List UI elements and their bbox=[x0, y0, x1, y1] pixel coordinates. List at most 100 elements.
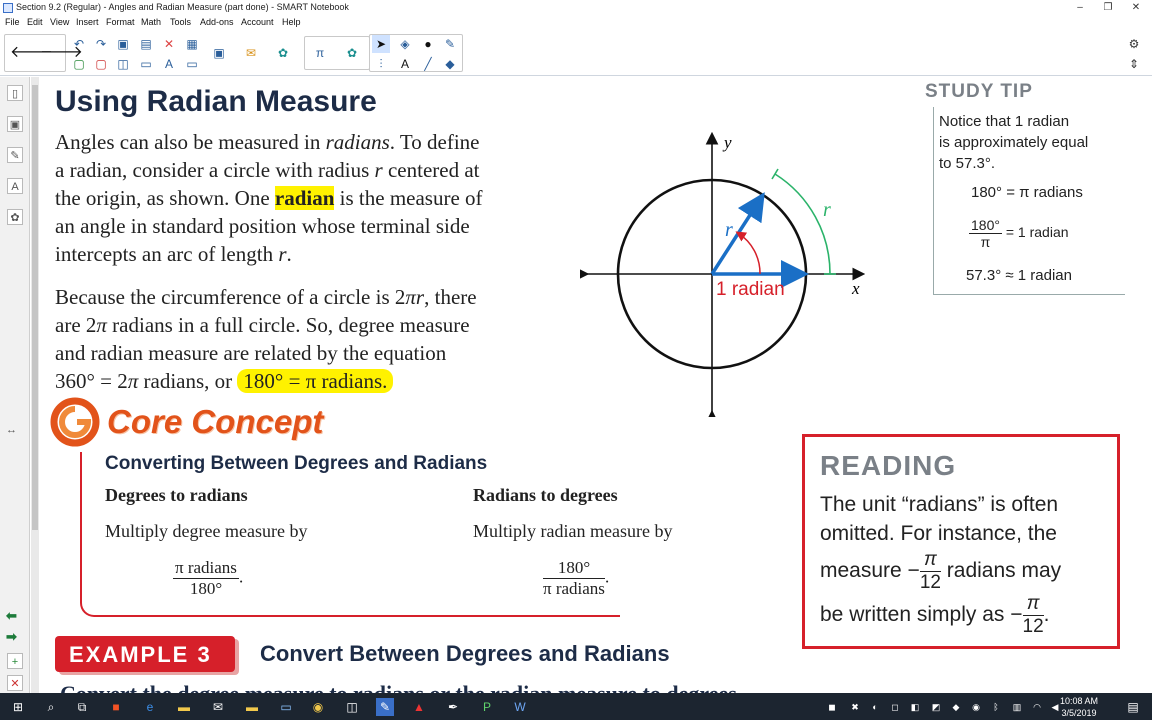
app-icon bbox=[3, 3, 13, 13]
menu-math[interactable]: Math bbox=[141, 17, 161, 27]
equation-highlight: 180° = π radians. bbox=[237, 369, 394, 393]
menu-addons[interactable]: Add-ons bbox=[200, 17, 234, 27]
shape-icon[interactable]: ▭ bbox=[183, 55, 201, 73]
undo-icon[interactable]: ↶ bbox=[70, 35, 88, 53]
concept-subtitle: Converting Between Degrees and Radians bbox=[105, 453, 488, 474]
page-canvas[interactable]: Using Radian Measure Angles can also be … bbox=[40, 77, 1152, 693]
network-icon[interactable]: ▥ bbox=[1008, 698, 1026, 716]
menu-edit[interactable]: Edit bbox=[27, 17, 43, 27]
fill-tool-icon[interactable]: ● bbox=[419, 35, 437, 53]
store-app-icon[interactable]: ■ bbox=[107, 698, 125, 716]
task-view-icon[interactable]: ⧉ bbox=[73, 698, 91, 716]
maximize-button[interactable]: ❐ bbox=[1094, 0, 1122, 16]
terminal-side-ray bbox=[710, 192, 765, 275]
tray-icon-5[interactable]: ◧ bbox=[906, 698, 924, 716]
tray-icon-7[interactable]: ◆ bbox=[947, 698, 965, 716]
tray-icon-3[interactable]: ◐ bbox=[866, 698, 884, 716]
example-instructions-cutoff: Convert the degree measure to radians or… bbox=[60, 681, 742, 693]
windows-start-icon[interactable]: ⊞ bbox=[9, 698, 27, 716]
pdf-icon[interactable]: ▢ bbox=[92, 55, 110, 73]
redo-icon[interactable]: ↷ bbox=[92, 35, 110, 53]
select-tool-icon[interactable]: ➤ bbox=[372, 35, 390, 53]
text-a-icon[interactable]: A bbox=[396, 55, 414, 73]
menu-file[interactable]: File bbox=[5, 17, 20, 27]
window-title: Section 9.2 (Regular) - Angles and Radia… bbox=[16, 2, 349, 12]
acrobat-icon[interactable]: ▲ bbox=[410, 698, 428, 716]
menu-tools[interactable]: Tools bbox=[170, 17, 191, 27]
tray-icon-8[interactable]: ◉ bbox=[967, 698, 985, 716]
add-page-icon[interactable]: ▢ bbox=[70, 55, 88, 73]
close-button[interactable]: ✕ bbox=[1122, 0, 1150, 16]
vertical-scrollbar[interactable] bbox=[31, 77, 39, 693]
math-tools-icon[interactable]: π bbox=[311, 44, 329, 62]
menu-account[interactable]: Account bbox=[241, 17, 274, 27]
page-sorter-icon[interactable]: ▯ bbox=[7, 85, 23, 101]
addons-icon[interactable]: ✿ bbox=[274, 44, 292, 62]
attachments-icon[interactable]: ✎ bbox=[7, 147, 23, 163]
tray-icon-1[interactable]: ◼ bbox=[823, 698, 841, 716]
tray-icon-4[interactable]: ◻ bbox=[886, 698, 904, 716]
scroll-thumb[interactable] bbox=[32, 85, 38, 530]
eraser-icon[interactable]: ◆ bbox=[441, 55, 459, 73]
arc-tick-end bbox=[771, 168, 779, 180]
menu-format[interactable]: Format bbox=[106, 17, 135, 27]
x-label: x bbox=[851, 279, 860, 298]
forward-arrow-icon[interactable]: 🡒 bbox=[40, 44, 83, 62]
reading-box: READING The unit “radians” is often omit… bbox=[802, 434, 1120, 649]
degrees-to-radians-text: Multiply degree measure by bbox=[105, 521, 308, 541]
save-icon[interactable]: ▣ bbox=[114, 35, 132, 53]
menu-insert[interactable]: Insert bbox=[76, 17, 99, 27]
angle-arc bbox=[735, 231, 761, 275]
wifi-icon[interactable]: ◠ bbox=[1028, 698, 1046, 716]
minimize-button[interactable]: – bbox=[1066, 0, 1094, 16]
settings-app-icon[interactable]: ◫ bbox=[343, 698, 361, 716]
back-arrow-icon[interactable]: 🡐 bbox=[10, 44, 53, 62]
toolbar-move-icon[interactable]: ⇕ bbox=[1125, 55, 1143, 73]
display-icon[interactable]: ▣ bbox=[210, 44, 228, 62]
delete-page-icon[interactable]: ✕ bbox=[7, 675, 23, 691]
previous-page-icon[interactable]: ⬅ bbox=[6, 608, 17, 624]
resize-arrows-icon[interactable]: ↔ bbox=[6, 424, 17, 436]
publisher-icon[interactable]: P bbox=[478, 698, 496, 716]
smart-notebook-taskbar-icon[interactable]: ✎ bbox=[376, 698, 394, 716]
notifications-icon[interactable]: ▤ bbox=[1124, 698, 1142, 716]
magic-pen-icon[interactable]: ✎ bbox=[441, 35, 459, 53]
gallery-icon[interactable]: ▣ bbox=[7, 116, 23, 132]
chrome-icon[interactable]: ◉ bbox=[309, 698, 327, 716]
mail-icon[interactable]: ✉ bbox=[209, 698, 227, 716]
pen-app-icon[interactable]: ✒ bbox=[444, 698, 462, 716]
file-explorer-icon[interactable]: ▬ bbox=[175, 698, 193, 716]
widgets-icon[interactable]: ✿ bbox=[343, 44, 361, 62]
properties-icon[interactable]: A bbox=[7, 178, 23, 194]
next-page-icon[interactable]: ➡ bbox=[6, 629, 17, 645]
study-tip-box: STUDY TIP Notice that 1 radian is approxi… bbox=[925, 81, 1125, 296]
tray-icon-2[interactable]: ✖ bbox=[846, 698, 864, 716]
addons-tab-icon[interactable]: ✿ bbox=[7, 209, 23, 225]
activity-icon[interactable]: ✉ bbox=[242, 44, 260, 62]
core-concept-logo-icon bbox=[50, 397, 100, 447]
bluetooth-icon[interactable]: ᛒ bbox=[987, 698, 1005, 716]
table-icon[interactable]: ▦ bbox=[183, 35, 201, 53]
line-tool-icon[interactable]: ╱ bbox=[419, 55, 437, 73]
screen-shade-icon[interactable]: ▭ bbox=[137, 55, 155, 73]
folder-icon[interactable]: ▬ bbox=[243, 698, 261, 716]
example-badge: EXAMPLE 3 bbox=[55, 636, 235, 672]
radians-to-degrees-text: Multiply radian measure by bbox=[473, 521, 673, 541]
search-icon[interactable]: ⌕ bbox=[42, 698, 60, 716]
gear-icon[interactable]: ⚙ bbox=[1125, 35, 1143, 53]
menu-view[interactable]: View bbox=[50, 17, 69, 27]
word-icon[interactable]: W bbox=[511, 698, 529, 716]
screenshot-icon[interactable]: ◫ bbox=[114, 55, 132, 73]
shapes-tool-icon[interactable]: ◈ bbox=[396, 35, 414, 53]
tray-icon-6[interactable]: ◩ bbox=[927, 698, 945, 716]
radians-to-degrees-fraction: 180° π radians. bbox=[543, 558, 610, 598]
edge-icon[interactable]: e bbox=[141, 698, 159, 716]
menu-help[interactable]: Help bbox=[282, 17, 301, 27]
pens-icon[interactable]: ⫶ bbox=[372, 55, 390, 73]
app-window-icon[interactable]: ▭ bbox=[277, 698, 295, 716]
add-page-tab-icon[interactable]: + bbox=[7, 653, 23, 669]
text-tool-icon[interactable]: A bbox=[160, 55, 178, 73]
clock[interactable]: 10:08 AM 3/5/2019 bbox=[1060, 695, 1098, 719]
delete-icon[interactable]: ✕ bbox=[160, 35, 178, 53]
paste-icon[interactable]: ▤ bbox=[137, 35, 155, 53]
